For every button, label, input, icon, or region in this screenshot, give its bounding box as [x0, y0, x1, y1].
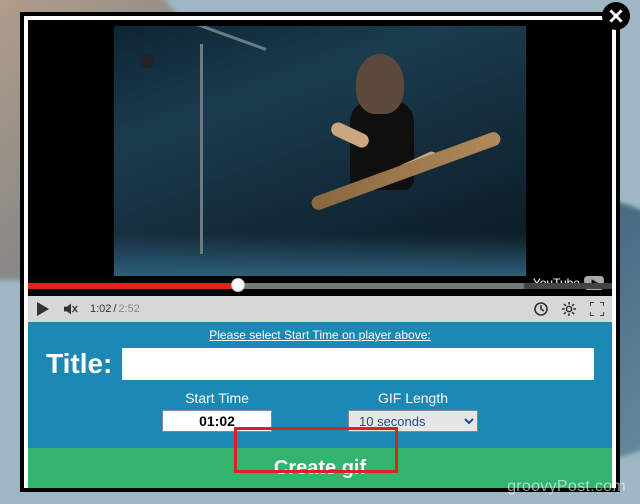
- close-button[interactable]: [602, 2, 630, 30]
- total-duration: 2:52: [118, 303, 139, 315]
- volume-muted-icon: [64, 302, 78, 316]
- clock-icon: [534, 302, 548, 316]
- title-label: Title:: [46, 348, 112, 380]
- gif-length-label: GIF Length: [378, 390, 448, 406]
- elapsed-time: 1:02: [90, 303, 111, 315]
- gif-length-select[interactable]: 10 seconds: [348, 410, 478, 432]
- hint-text: Please select Start Time on player above…: [28, 322, 612, 342]
- fullscreen-icon: [590, 302, 604, 316]
- gif-settings-panel: Please select Start Time on player above…: [28, 322, 612, 448]
- fullscreen-button[interactable]: [588, 300, 606, 318]
- start-time-label: Start Time: [185, 390, 249, 406]
- play-button[interactable]: [34, 300, 52, 318]
- settings-button[interactable]: [560, 300, 578, 318]
- time-display: 1:02/2:52: [90, 303, 140, 315]
- create-gif-label: Create gif: [274, 457, 366, 480]
- progress-track[interactable]: [28, 276, 612, 296]
- play-icon: [36, 302, 50, 316]
- start-time-input[interactable]: [162, 410, 272, 432]
- player-controls: 1:02/2:52: [28, 296, 612, 322]
- gear-icon: [562, 302, 576, 316]
- video-player[interactable]: YouTube: [28, 20, 612, 296]
- title-input[interactable]: [122, 348, 594, 380]
- mute-button[interactable]: [62, 300, 80, 318]
- gif-maker-modal: YouTube 1:02/2:52 Please s: [20, 12, 620, 492]
- video-frame: [114, 26, 526, 276]
- create-gif-button[interactable]: Create gif: [28, 448, 612, 488]
- close-icon: [609, 9, 623, 23]
- watch-later-button[interactable]: [532, 300, 550, 318]
